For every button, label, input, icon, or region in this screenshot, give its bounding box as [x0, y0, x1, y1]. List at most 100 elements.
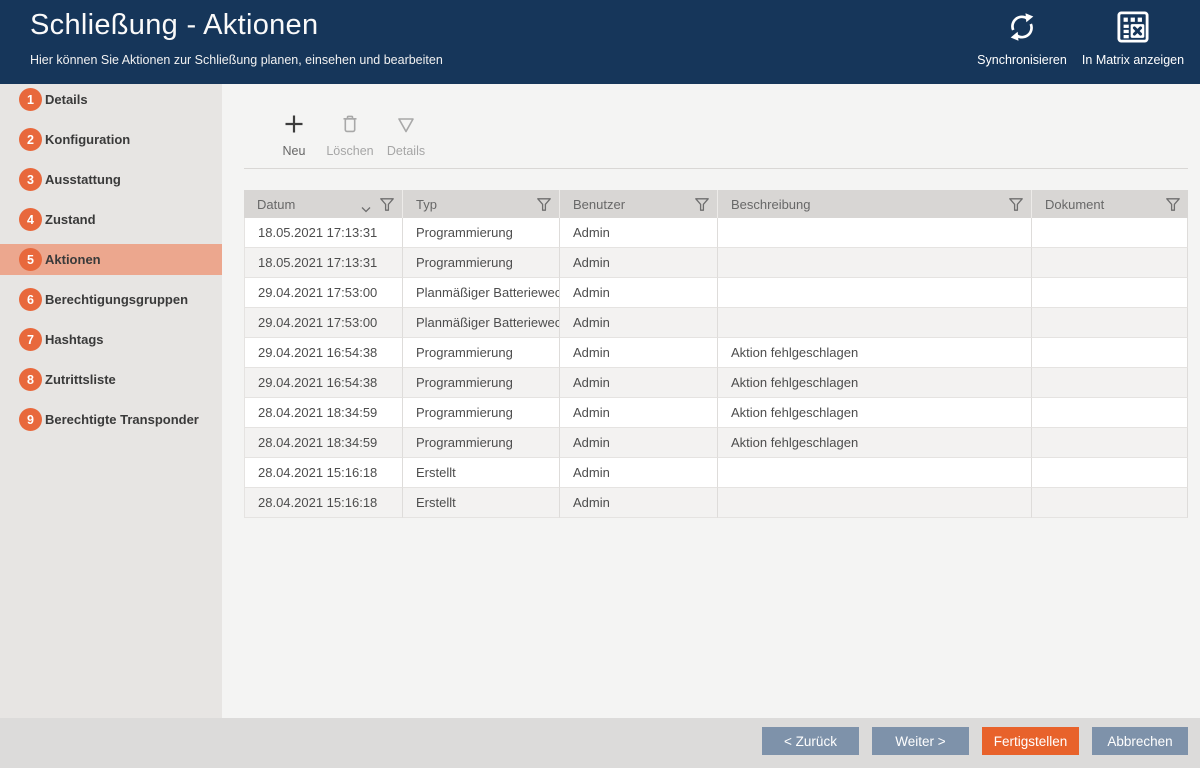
filter-icon[interactable] — [695, 198, 709, 214]
table-row[interactable]: 18.05.2021 17:13:31 Programmierung Admin — [244, 248, 1188, 278]
filter-icon[interactable] — [380, 198, 394, 214]
cell-benutzer: Admin — [560, 368, 718, 398]
sidebar-item-zustand[interactable]: 4 Zustand — [0, 204, 222, 235]
cell-benutzer: Admin — [560, 248, 718, 278]
cell-benutzer: Admin — [560, 398, 718, 428]
filter-icon[interactable] — [1009, 198, 1023, 214]
main-content: Neu Löschen Details D — [222, 84, 1200, 718]
finish-button[interactable]: Fertigstellen — [982, 727, 1079, 755]
column-header-dokument[interactable]: Dokument — [1032, 190, 1188, 218]
cell-datum: 29.04.2021 17:53:00 — [244, 278, 403, 308]
cell-typ: Programmierung — [403, 338, 560, 368]
table-row[interactable]: 28.04.2021 15:16:18 Erstellt Admin — [244, 488, 1188, 518]
show-in-matrix-button[interactable]: In Matrix anzeigen — [1063, 11, 1200, 67]
step-number-badge: 2 — [19, 128, 42, 151]
page-subtitle: Hier können Sie Aktionen zur Schließung … — [30, 53, 443, 67]
cell-beschreibung — [718, 458, 1032, 488]
cell-beschreibung: Aktion fehlgeschlagen — [718, 338, 1032, 368]
cell-datum: 29.04.2021 16:54:38 — [244, 338, 403, 368]
cell-typ: Programmierung — [403, 218, 560, 248]
cell-dokument — [1032, 428, 1188, 458]
sidebar-item-label: Ausstattung — [45, 164, 121, 195]
sidebar-item-label: Hashtags — [45, 324, 104, 355]
cell-benutzer: Admin — [560, 488, 718, 518]
cell-dokument — [1032, 308, 1188, 338]
sidebar-item-ausstattung[interactable]: 3 Ausstattung — [0, 164, 222, 195]
table-row[interactable]: 28.04.2021 18:34:59 Programmierung Admin… — [244, 428, 1188, 458]
step-number-badge: 3 — [19, 168, 42, 191]
cell-datum: 28.04.2021 18:34:59 — [244, 398, 403, 428]
cell-beschreibung — [718, 278, 1032, 308]
column-header-typ[interactable]: Typ — [403, 190, 560, 218]
table-row[interactable]: 29.04.2021 17:53:00 Planmäßiger Batterie… — [244, 278, 1188, 308]
step-number-badge: 5 — [19, 248, 42, 271]
step-number-badge: 6 — [19, 288, 42, 311]
cell-benutzer: Admin — [560, 308, 718, 338]
sidebar-item-berechtigte-transponder[interactable]: 9 Berechtigte Transponder — [0, 404, 222, 435]
new-button[interactable]: Neu — [270, 114, 318, 158]
cell-datum: 28.04.2021 18:34:59 — [244, 428, 403, 458]
column-header-datum[interactable]: Datum — [244, 190, 403, 218]
column-label: Dokument — [1045, 197, 1104, 212]
sidebar-item-berechtigungsgruppen[interactable]: 6 Berechtigungsgruppen — [0, 284, 222, 315]
cell-benutzer: Admin — [560, 278, 718, 308]
table-row[interactable]: 28.04.2021 18:34:59 Programmierung Admin… — [244, 398, 1188, 428]
show-in-matrix-label: In Matrix anzeigen — [1082, 53, 1184, 67]
table-row[interactable]: 29.04.2021 16:54:38 Programmierung Admin… — [244, 338, 1188, 368]
column-header-beschreibung[interactable]: Beschreibung — [718, 190, 1032, 218]
column-label: Beschreibung — [731, 197, 811, 212]
step-number-badge: 4 — [19, 208, 42, 231]
cell-typ: Programmierung — [403, 248, 560, 278]
cell-beschreibung — [718, 248, 1032, 278]
back-button[interactable]: < Zurück — [762, 727, 859, 755]
actions-table: Datum Typ Benutzer — [244, 190, 1188, 518]
sidebar-item-aktionen[interactable]: 5 Aktionen — [0, 244, 222, 275]
delete-button-label: Löschen — [326, 144, 373, 158]
plus-icon — [284, 114, 304, 139]
cell-typ: Erstellt — [403, 458, 560, 488]
cell-typ: Programmierung — [403, 398, 560, 428]
cell-beschreibung — [718, 488, 1032, 518]
cell-typ: Programmierung — [403, 368, 560, 398]
filter-icon[interactable] — [1166, 198, 1180, 214]
cell-beschreibung — [718, 218, 1032, 248]
column-header-benutzer[interactable]: Benutzer — [560, 190, 718, 218]
sidebar-item-details[interactable]: 1 Details — [0, 84, 222, 115]
step-number-badge: 9 — [19, 408, 42, 431]
table-header-row: Datum Typ Benutzer — [244, 190, 1188, 218]
sidebar-item-label: Aktionen — [45, 244, 101, 275]
cancel-button[interactable]: Abbrechen — [1092, 727, 1188, 755]
step-number-badge: 7 — [19, 328, 42, 351]
table-row[interactable]: 29.04.2021 16:54:38 Programmierung Admin… — [244, 368, 1188, 398]
cell-dokument — [1032, 458, 1188, 488]
triangle-down-icon — [396, 116, 416, 139]
delete-button[interactable]: Löschen — [326, 114, 374, 158]
sidebar-item-hashtags[interactable]: 7 Hashtags — [0, 324, 222, 355]
next-button[interactable]: Weiter > — [872, 727, 969, 755]
sidebar-item-label: Zustand — [45, 204, 96, 235]
sidebar-item-label: Berechtigungsgruppen — [45, 284, 188, 315]
step-number-badge: 1 — [19, 88, 42, 111]
cell-datum: 28.04.2021 15:16:18 — [244, 458, 403, 488]
sync-icon — [1006, 11, 1038, 48]
cell-datum: 29.04.2021 16:54:38 — [244, 368, 403, 398]
sidebar-item-konfiguration[interactable]: 2 Konfiguration — [0, 124, 222, 155]
table-row[interactable]: 28.04.2021 15:16:18 Erstellt Admin — [244, 458, 1188, 488]
page-title: Schließung - Aktionen — [30, 9, 318, 42]
cell-datum: 18.05.2021 17:13:31 — [244, 218, 403, 248]
cell-beschreibung — [718, 308, 1032, 338]
column-label: Typ — [416, 197, 437, 212]
new-button-label: Neu — [283, 144, 306, 158]
synchronize-label: Synchronisieren — [977, 53, 1067, 67]
trash-icon — [340, 114, 360, 139]
table-row[interactable]: 29.04.2021 17:53:00 Planmäßiger Batterie… — [244, 308, 1188, 338]
filter-icon[interactable] — [537, 198, 551, 214]
sidebar-item-label: Zutrittsliste — [45, 364, 116, 395]
cell-datum: 29.04.2021 17:53:00 — [244, 308, 403, 338]
table-row[interactable]: 18.05.2021 17:13:31 Programmierung Admin — [244, 218, 1188, 248]
column-label: Benutzer — [573, 197, 625, 212]
details-button-label: Details — [387, 144, 425, 158]
cell-beschreibung: Aktion fehlgeschlagen — [718, 368, 1032, 398]
sidebar-item-zutrittsliste[interactable]: 8 Zutrittsliste — [0, 364, 222, 395]
details-button[interactable]: Details — [382, 114, 430, 158]
